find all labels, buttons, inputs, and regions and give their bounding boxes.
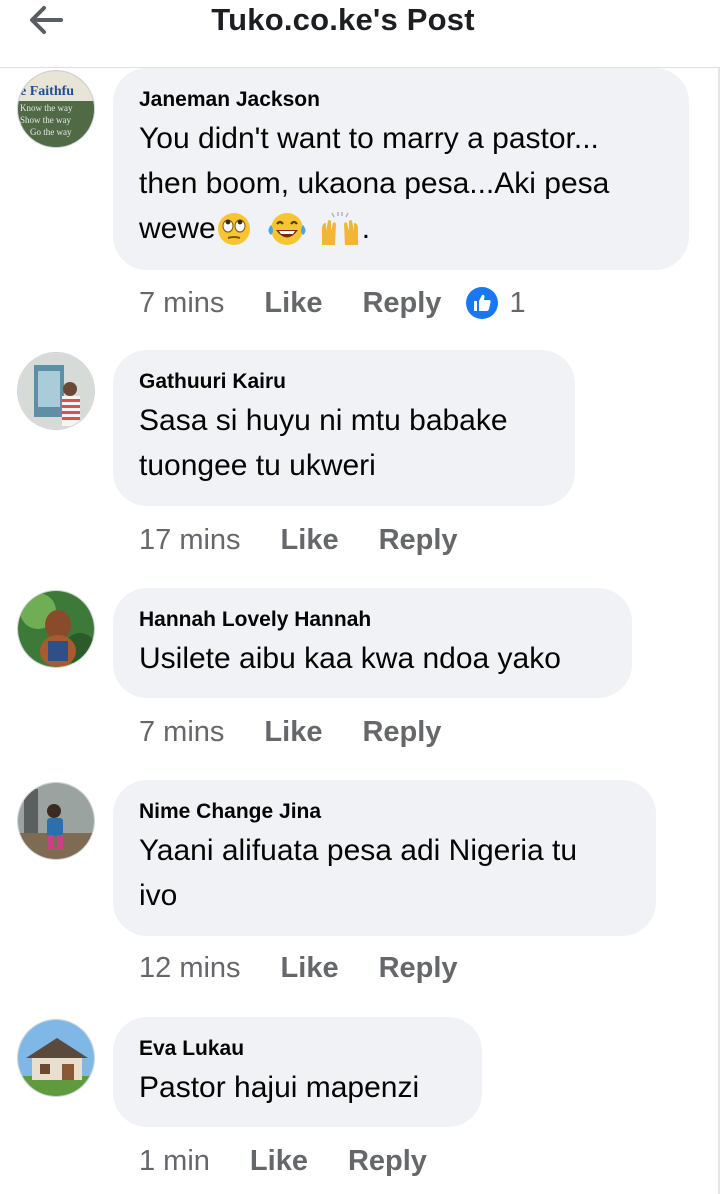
reply-button[interactable]: Reply	[362, 287, 441, 320]
comment-actions: 1 min Like Reply	[139, 1145, 427, 1178]
comment-actions: 17 mins Like Reply	[139, 524, 458, 557]
avatar[interactable]	[17, 590, 95, 668]
comment-bubble: Gathuuri Kairu Sasa si huyu ni mtu babak…	[113, 350, 575, 506]
comment-text: Yaani alifuata pesa adi Nigeria tu ivo	[139, 828, 630, 918]
avatar-caption: e Faithfu	[20, 84, 74, 99]
like-button[interactable]: Like	[264, 716, 322, 749]
comment-bubble: Eva Lukau Pastor hajui mapenzi	[113, 1017, 482, 1127]
avatar-caption: Go the way	[30, 127, 72, 137]
comment-time[interactable]: 17 mins	[139, 524, 241, 557]
like-button[interactable]: Like	[264, 287, 322, 320]
comment-bubble: Janeman Jackson You didn't want to marry…	[113, 68, 689, 270]
comment-trailing-text: .	[361, 212, 371, 245]
avatar[interactable]	[17, 352, 95, 430]
comment-author[interactable]: Nime Change Jina	[139, 800, 630, 824]
comment-line: Yaani alifuata pesa adi Nigeria tu	[139, 834, 578, 867]
comment-author[interactable]: Eva Lukau	[139, 1037, 456, 1061]
comment-line: ivo	[139, 879, 178, 912]
like-reaction-icon	[466, 287, 499, 319]
comment-line-last: wewe .	[139, 206, 663, 251]
comment-time[interactable]: 7 mins	[139, 287, 224, 320]
face-with-rolling-eyes-emoji	[217, 212, 250, 245]
comment-text: You didn't want to marry a pastor... the…	[139, 116, 663, 251]
avatar[interactable]	[17, 1019, 95, 1097]
comment-text: Usilete aibu kaa kwa ndoa yako	[139, 636, 606, 681]
comment-time[interactable]: 7 mins	[139, 716, 224, 749]
avatar[interactable]	[17, 782, 95, 860]
reply-button[interactable]: Reply	[379, 952, 458, 985]
comment-author[interactable]: Hannah Lovely Hannah	[139, 608, 606, 632]
comment-line: Sasa si huyu ni mtu babake	[139, 404, 508, 437]
reaction-summary[interactable]: 1	[465, 286, 526, 320]
comment-actions: 12 mins Like Reply	[139, 952, 458, 985]
reply-button[interactable]: Reply	[362, 716, 441, 749]
comment-bubble: Hannah Lovely Hannah Usilete aibu kaa kw…	[113, 588, 632, 698]
tears-of-joy-emoji	[268, 212, 306, 245]
avatar-caption: Show the way	[20, 115, 71, 125]
top-bar: Tuko.co.ke's Post	[0, 0, 720, 68]
comment-author[interactable]: Gathuuri Kairu	[139, 370, 549, 394]
comment-bubble: Nime Change Jina Yaani alifuata pesa adi…	[113, 780, 656, 936]
reply-button[interactable]: Reply	[348, 1145, 427, 1178]
comment-time[interactable]: 1 min	[139, 1145, 210, 1178]
comment-author[interactable]: Janeman Jackson	[139, 88, 663, 112]
page-title: Tuko.co.ke's Post	[211, 2, 475, 37]
like-button[interactable]: Like	[250, 1145, 308, 1178]
avatar[interactable]: e Faithfu Know the way Show the way Go t…	[17, 70, 95, 148]
comment-line: wewe	[139, 212, 216, 245]
comment-actions: 7 mins Like Reply 1	[139, 286, 526, 320]
avatar-caption: Know the way	[20, 103, 73, 113]
comment-actions: 7 mins Like Reply	[139, 716, 441, 749]
raising-hands-emoji	[321, 211, 358, 245]
comment-text: Pastor hajui mapenzi	[139, 1065, 456, 1110]
like-button[interactable]: Like	[281, 952, 339, 985]
like-button[interactable]: Like	[281, 524, 339, 557]
comment-line: Usilete aibu kaa kwa ndoa yako	[139, 642, 561, 675]
comment-line: Pastor hajui mapenzi	[139, 1071, 420, 1104]
comment-line: then boom, ukaona pesa...Aki pesa	[139, 167, 610, 200]
reaction-count: 1	[509, 286, 526, 319]
comment-line: You didn't want to marry a pastor...	[139, 122, 599, 155]
comment-text: Sasa si huyu ni mtu babake tuongee tu uk…	[139, 398, 549, 488]
comment-time[interactable]: 12 mins	[139, 952, 241, 985]
reply-button[interactable]: Reply	[379, 524, 458, 557]
comment-line: tuongee tu ukweri	[139, 449, 376, 482]
